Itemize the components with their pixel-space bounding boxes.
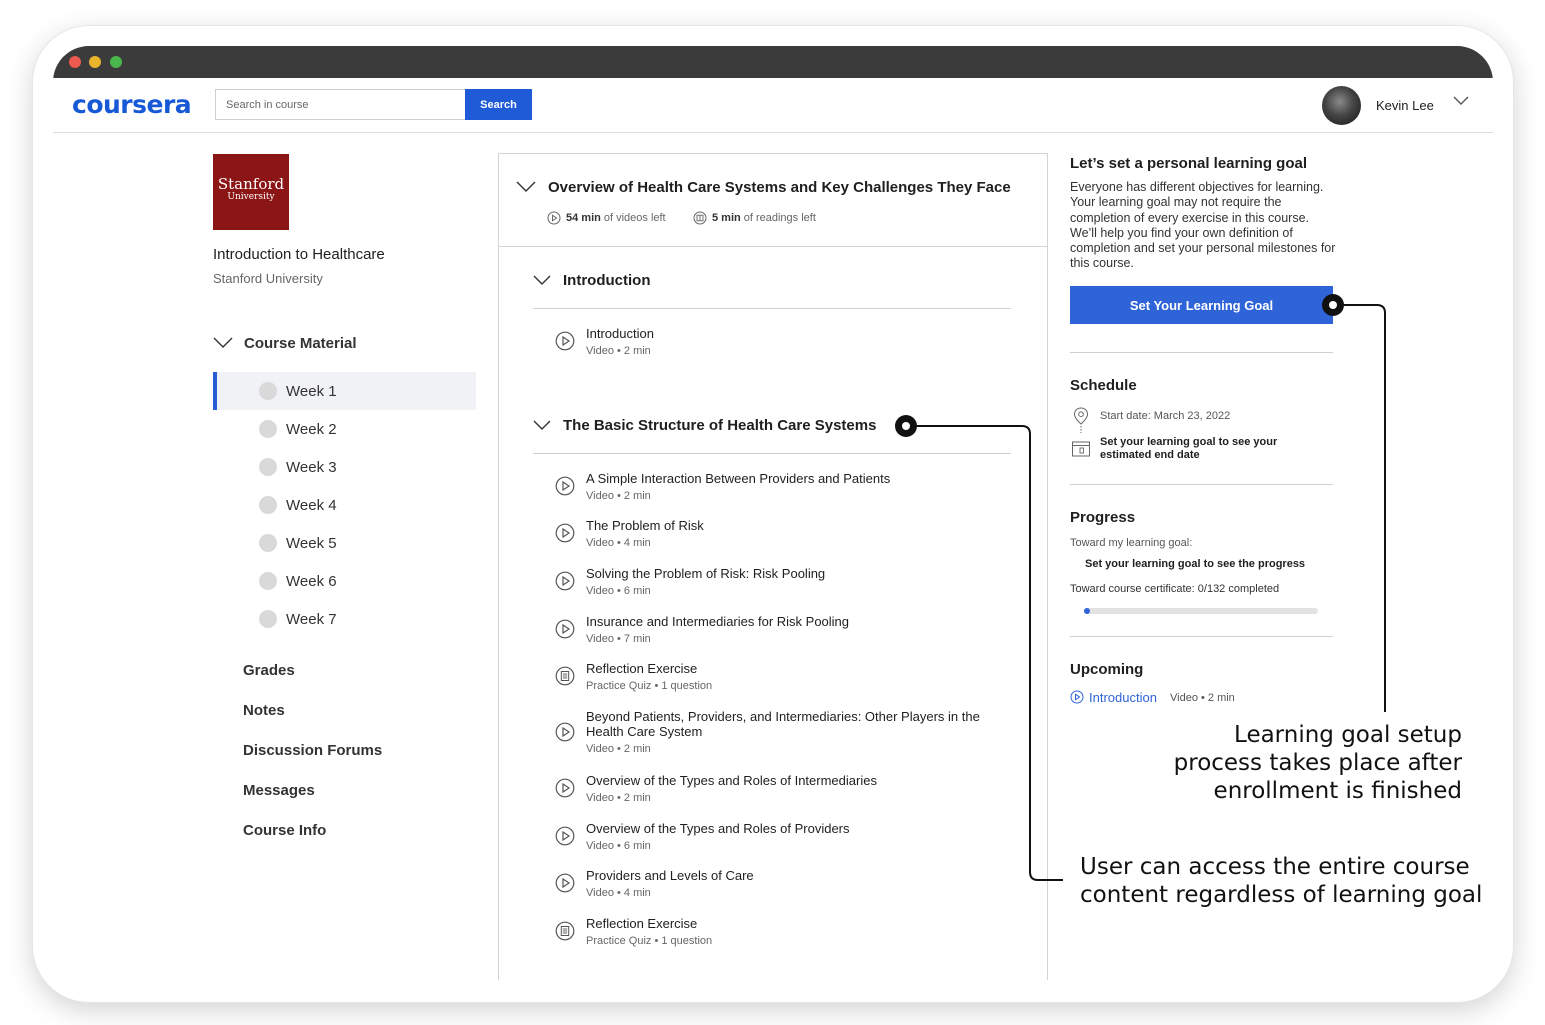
annotation-marker-goal — [1322, 294, 1344, 316]
annotation-marker-content — [895, 415, 917, 437]
annotation-content-access: User can access the entire course conten… — [1080, 854, 1483, 908]
annotation-goal-setup: Learning goal setup process takes place … — [1173, 722, 1462, 804]
